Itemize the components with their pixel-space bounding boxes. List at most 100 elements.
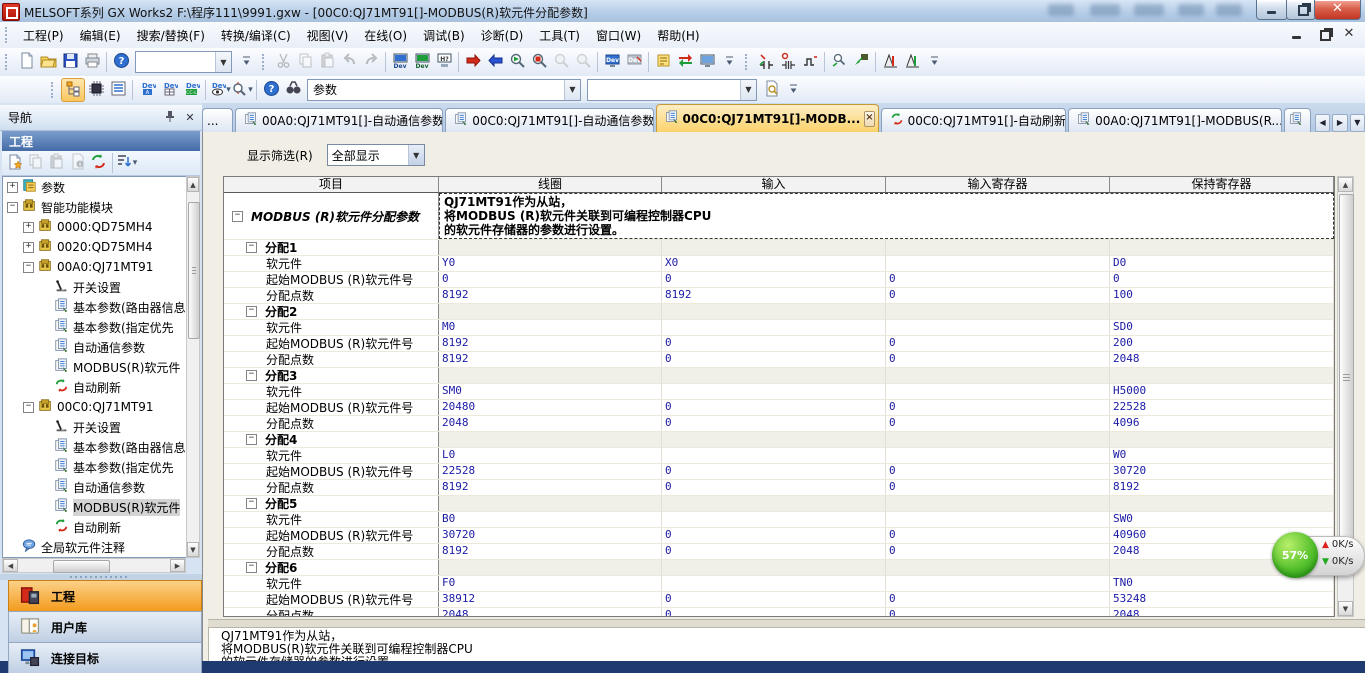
item-cell[interactable]: 起始MODBUS (R)软元件号 [224, 272, 439, 287]
grid-cell[interactable]: 0 [886, 480, 1110, 495]
tree-item[interactable]: −00C0:QJ71MT91 [3, 397, 186, 417]
grid-cell[interactable]: 0 [886, 592, 1110, 607]
mdi-restore-button[interactable] [1313, 25, 1333, 42]
tree-item[interactable]: 自动刷新 [3, 377, 186, 397]
tab-scroll-left-button[interactable]: ◀ [1315, 114, 1330, 132]
item-cell[interactable]: 起始MODBUS (R)软元件号 [224, 400, 439, 415]
grid-cell[interactable]: 0 [886, 288, 1110, 303]
grid-cell[interactable]: 0 [662, 336, 886, 351]
menu-diagnostics[interactable]: 诊断(D) [473, 24, 532, 47]
tab-overflow[interactable]: ... [202, 108, 233, 132]
device-ccl-button[interactable]: DevCC-L [180, 79, 202, 101]
grid-cell[interactable]: Y0 [439, 256, 662, 271]
menu-tools[interactable]: 工具(T) [531, 24, 588, 47]
device-comment-button[interactable]: DevA [136, 79, 158, 101]
grid-cell[interactable]: 2048 [439, 416, 662, 431]
scrollbar-thumb[interactable] [53, 560, 110, 573]
grid-cell[interactable]: 8192 [662, 288, 886, 303]
expand-icon[interactable]: + [23, 242, 34, 253]
grid-cell[interactable] [662, 384, 886, 399]
document-tab[interactable]: 00A0:QJ71MT91[]-MODBUS(R... [1068, 108, 1282, 132]
grid-cell[interactable]: 0 [886, 336, 1110, 351]
grid-cell[interactable]: SM0 [439, 384, 662, 399]
grid-cell[interactable]: SD0 [1110, 320, 1334, 335]
toolbar-grip[interactable] [745, 54, 750, 70]
grid-cell[interactable] [886, 320, 1110, 335]
grid-cell[interactable]: 0 [662, 272, 886, 287]
chevron-down-icon[interactable]: ▼ [740, 80, 756, 100]
ladder-pulse-button[interactable] [799, 51, 821, 73]
online-write-arrow-button[interactable] [462, 51, 484, 73]
collapse-icon[interactable]: − [246, 242, 257, 253]
grid-cell[interactable]: 20480 [439, 400, 662, 415]
grid-cell[interactable]: 4096 [1110, 416, 1334, 431]
grid-cell[interactable]: 0 [886, 272, 1110, 287]
grid-cell[interactable]: 22528 [1110, 400, 1334, 415]
online-read-arrow-button[interactable] [484, 51, 506, 73]
list-view-button[interactable] [107, 79, 129, 101]
toolbar-grip[interactable] [5, 27, 10, 43]
grid-cell[interactable]: M0 [439, 320, 662, 335]
tree-horizontal-scrollbar[interactable]: ◀ ▶ [2, 558, 186, 573]
scroll-up-icon[interactable]: ▲ [1338, 177, 1353, 192]
device-display-dropdown-button[interactable]: Dev▾ [209, 79, 231, 101]
grid-cell[interactable]: 0 [439, 272, 662, 287]
grid-cell[interactable]: 0 [662, 480, 886, 495]
scale-red-button[interactable] [879, 51, 901, 73]
screen-display-button[interactable] [696, 51, 718, 73]
scroll-up-icon[interactable]: ▲ [187, 177, 199, 192]
collapse-icon[interactable]: − [7, 202, 18, 213]
toolbar-overflow-button[interactable] [235, 51, 257, 73]
grid-cell[interactable]: 2048 [1110, 352, 1334, 367]
grid-cell[interactable]: 0 [662, 528, 886, 543]
close-tab-icon[interactable]: × [864, 111, 874, 127]
toolbar-grip[interactable] [262, 54, 267, 70]
grid-cell[interactable]: D0 [1110, 256, 1334, 271]
tree-vertical-scrollbar[interactable]: ▲ ▼ [186, 176, 200, 558]
item-cell[interactable]: 软元件 [224, 384, 439, 399]
item-cell[interactable]: −MODBUS (R)软元件分配参数 [224, 193, 439, 239]
display-filter-combo[interactable]: 全部显示 ▼ [327, 144, 425, 166]
print-button[interactable] [81, 51, 103, 73]
scale-green-button[interactable] [901, 51, 923, 73]
ladder-open-contact-button[interactable] [755, 51, 777, 73]
collapse-icon[interactable]: − [246, 498, 257, 509]
grid-cell[interactable]: 0 [886, 608, 1110, 617]
grid-cell[interactable] [886, 576, 1110, 591]
scroll-down-icon[interactable]: ▼ [187, 542, 199, 557]
menu-view[interactable]: 视图(V) [299, 24, 357, 47]
device-batch-monitor-button[interactable]: Dev [623, 51, 645, 73]
item-cell[interactable]: 起始MODBUS (R)软元件号 [224, 336, 439, 351]
item-cell[interactable]: 软元件 [224, 320, 439, 335]
chevron-down-icon[interactable]: ▾ [133, 158, 138, 168]
chevron-down-icon[interactable]: ▼ [408, 145, 424, 165]
item-cell[interactable]: 起始MODBUS (R)软元件号 [224, 528, 439, 543]
item-cell[interactable]: 起始MODBUS (R)软元件号 [224, 592, 439, 607]
grid-cell[interactable] [886, 512, 1110, 527]
grid-cell[interactable]: W0 [1110, 448, 1334, 463]
document-tab[interactable]: 00C0:QJ71MT91[]-自动刷新 [881, 108, 1067, 132]
grid-cell[interactable]: 38912 [439, 592, 662, 607]
new-project-button[interactable] [15, 51, 37, 73]
item-cell[interactable]: −分配1 [224, 240, 439, 255]
menu-project[interactable]: 工程(P) [15, 24, 72, 47]
mdi-close-button[interactable]: ✕ [1339, 25, 1359, 42]
close-button[interactable]: ✕ [1314, 0, 1361, 20]
grid-cell[interactable]: 2048 [439, 608, 662, 617]
grid-cell[interactable]: 0 [886, 400, 1110, 415]
grid-cell[interactable]: 0 [886, 464, 1110, 479]
item-cell[interactable]: −分配4 [224, 432, 439, 447]
minimize-button[interactable] [1256, 0, 1288, 20]
cross-reference-button[interactable] [282, 79, 304, 101]
tree-item[interactable]: 自动通信参数 [3, 337, 186, 357]
item-cell[interactable]: 分配点数 [224, 608, 439, 617]
monitor-start-button[interactable] [506, 51, 528, 73]
grid-cell[interactable]: 0 [662, 400, 886, 415]
chevron-down-icon[interactable]: ▼ [215, 52, 231, 72]
tree-item[interactable]: +参数 [3, 177, 186, 197]
grid-cell[interactable] [662, 576, 886, 591]
nav-button-user-library[interactable]: 用户库 [8, 611, 202, 642]
item-cell[interactable]: 分配点数 [224, 480, 439, 495]
monitor-stop-button[interactable] [528, 51, 550, 73]
grid-cell[interactable]: 8192 [439, 544, 662, 559]
